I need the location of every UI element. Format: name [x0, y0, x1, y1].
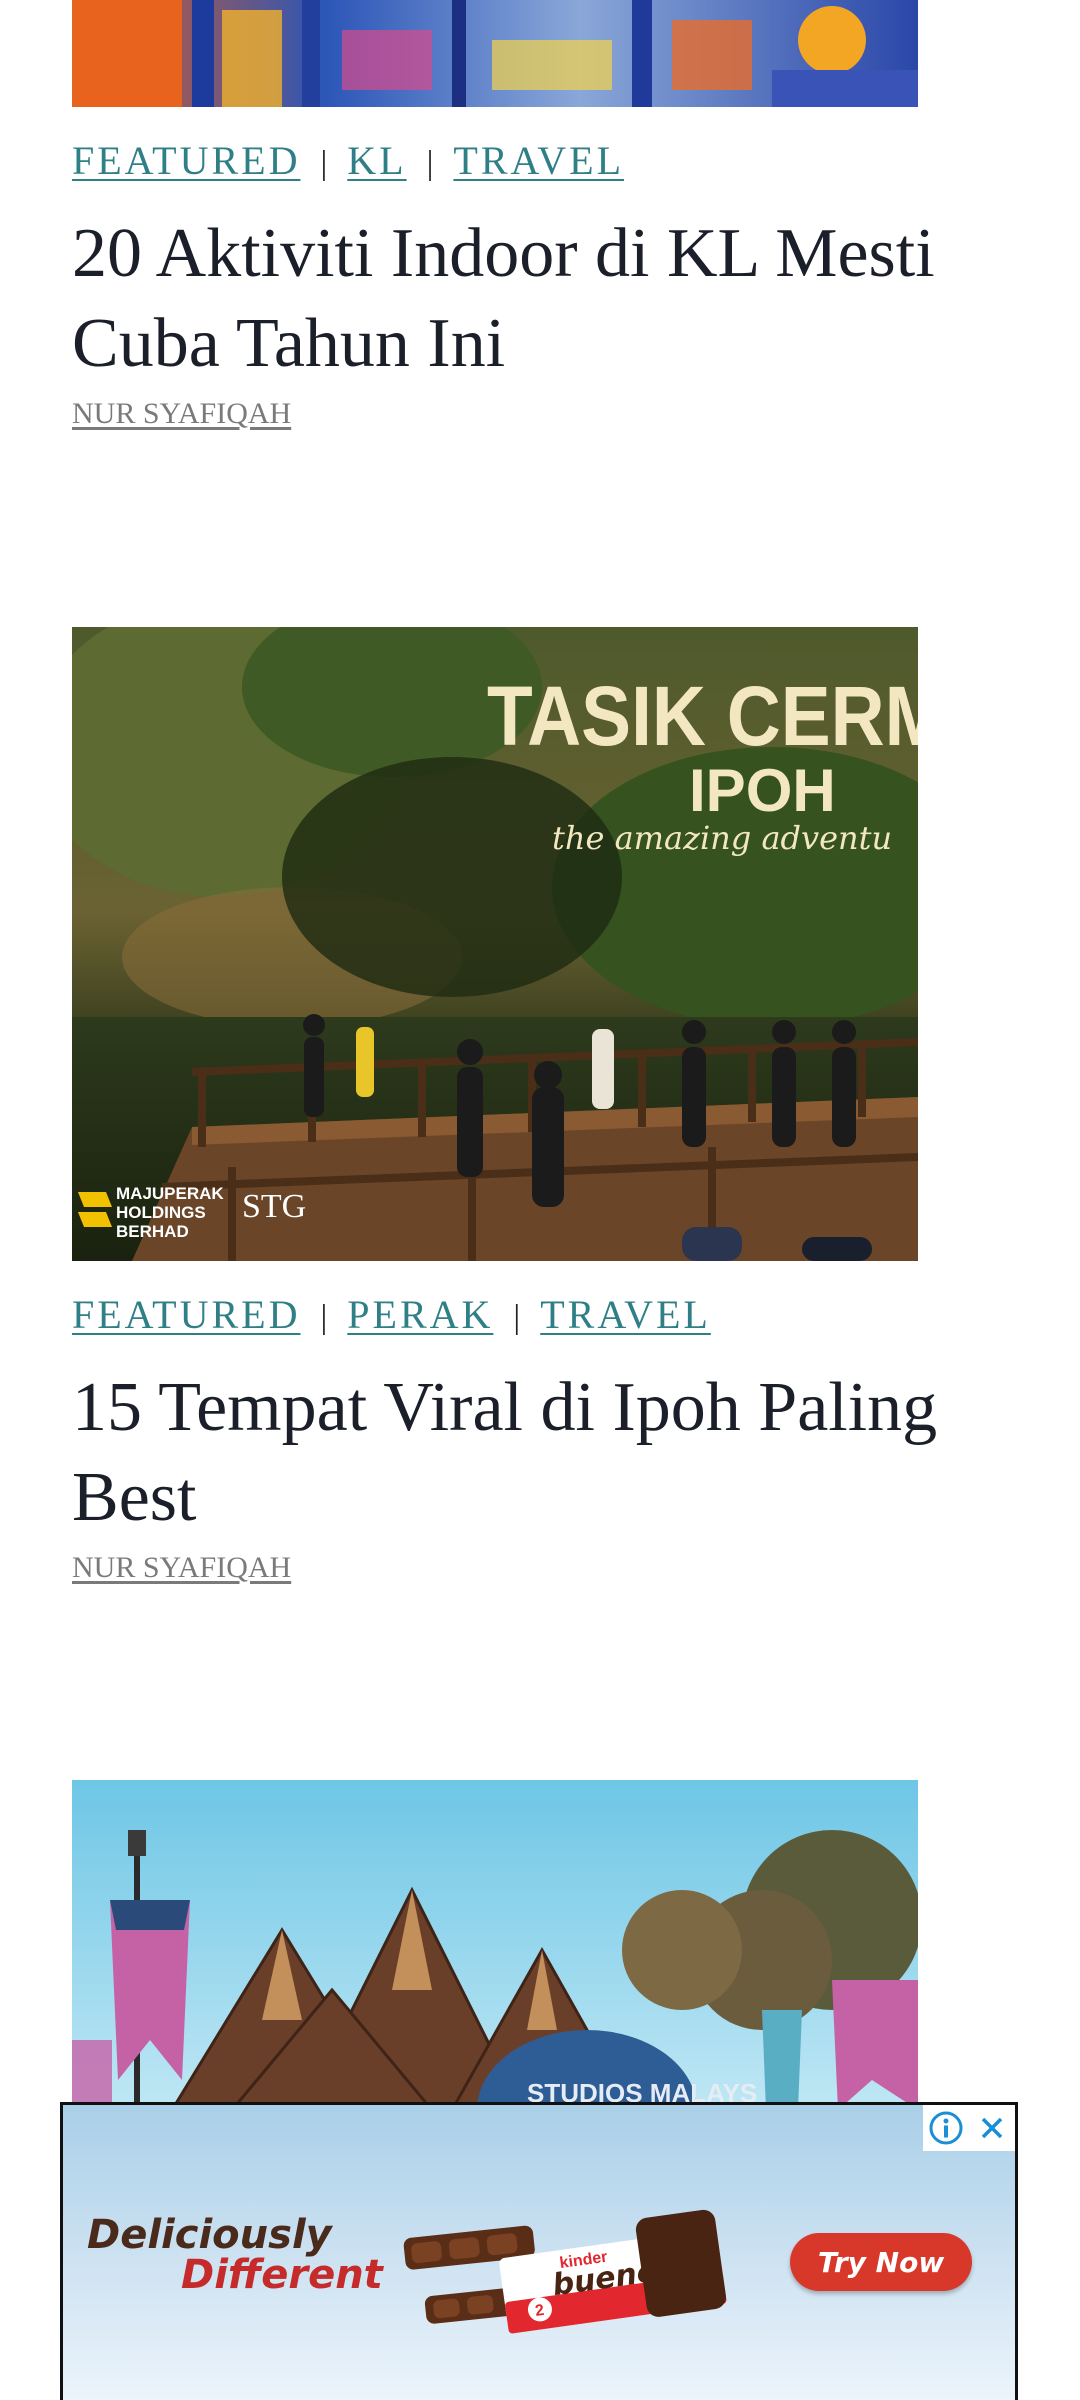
image-headline: TASIK CERM [487, 669, 918, 763]
ad-tagline-line2: Different [181, 2252, 383, 2298]
svg-text:HOLDINGS: HOLDINGS [116, 1203, 206, 1222]
category-separator: | [320, 145, 328, 182]
image-subhead: IPOH [689, 757, 836, 824]
author-link[interactable]: NUR SYAFIQAH [72, 1551, 291, 1585]
category-link-perak[interactable]: PERAK [347, 1295, 493, 1335]
author-link[interactable]: NUR SYAFIQAH [72, 397, 291, 431]
ad-banner[interactable]: Deliciously Different 2 kinder bueno Try… [60, 2102, 1018, 2400]
category-link-travel[interactable]: TRAVEL [540, 1295, 711, 1335]
article-image[interactable] [72, 0, 918, 107]
article-card: STUDIOS MALAYS [72, 1780, 1008, 2110]
indoor-playground-image [72, 0, 918, 107]
category-link-travel[interactable]: TRAVEL [453, 141, 624, 181]
article-title[interactable]: 15 Tempat Viral di Ipoh Paling Best [72, 1363, 1008, 1543]
try-now-button[interactable]: Try Now [790, 2233, 972, 2291]
kinder-bueno-product: 2 kinder bueno [403, 2209, 727, 2334]
category-link-featured[interactable]: FEATURED [72, 1295, 300, 1335]
article-title[interactable]: 20 Aktiviti Indoor di KL Mesti Cuba Tahu… [72, 209, 1008, 389]
category-list: FEATURED | KL | TRAVEL [72, 141, 1008, 181]
tasik-cermin-image: TASIK CERM IPOH the amazing adventu MAJU… [72, 627, 918, 1261]
studios-malaysia-image: STUDIOS MALAYS [72, 1780, 918, 2110]
article-image[interactable]: TASIK CERM IPOH the amazing adventu MAJU… [72, 627, 918, 1261]
stg-logo: STG [242, 1188, 306, 1225]
image-tagline: the amazing adventu [552, 819, 892, 857]
category-separator: | [320, 1299, 328, 1336]
category-separator: | [513, 1299, 521, 1336]
article-card: FEATURED | KL | TRAVEL 20 Aktiviti Indoo… [72, 0, 1008, 431]
article-card: TASIK CERM IPOH the amazing adventu MAJU… [72, 627, 1008, 1585]
close-icon[interactable] [969, 2105, 1015, 2151]
ad-tagline: Deliciously Different [87, 2215, 383, 2295]
category-separator: | [426, 145, 434, 182]
info-icon[interactable] [923, 2105, 969, 2151]
article-image[interactable]: STUDIOS MALAYS [72, 1780, 918, 2110]
category-link-featured[interactable]: FEATURED [72, 141, 300, 181]
svg-text:MAJUPERAK: MAJUPERAK [116, 1184, 224, 1203]
category-link-kl[interactable]: KL [347, 141, 406, 181]
ad-tagline-line1: Deliciously [87, 2212, 332, 2258]
category-list: FEATURED | PERAK | TRAVEL [72, 1295, 1008, 1335]
ad-controls [923, 2105, 1015, 2151]
page: FEATURED | KL | TRAVEL 20 Aktiviti Indoo… [0, 0, 1080, 2400]
svg-text:BERHAD: BERHAD [116, 1222, 189, 1241]
